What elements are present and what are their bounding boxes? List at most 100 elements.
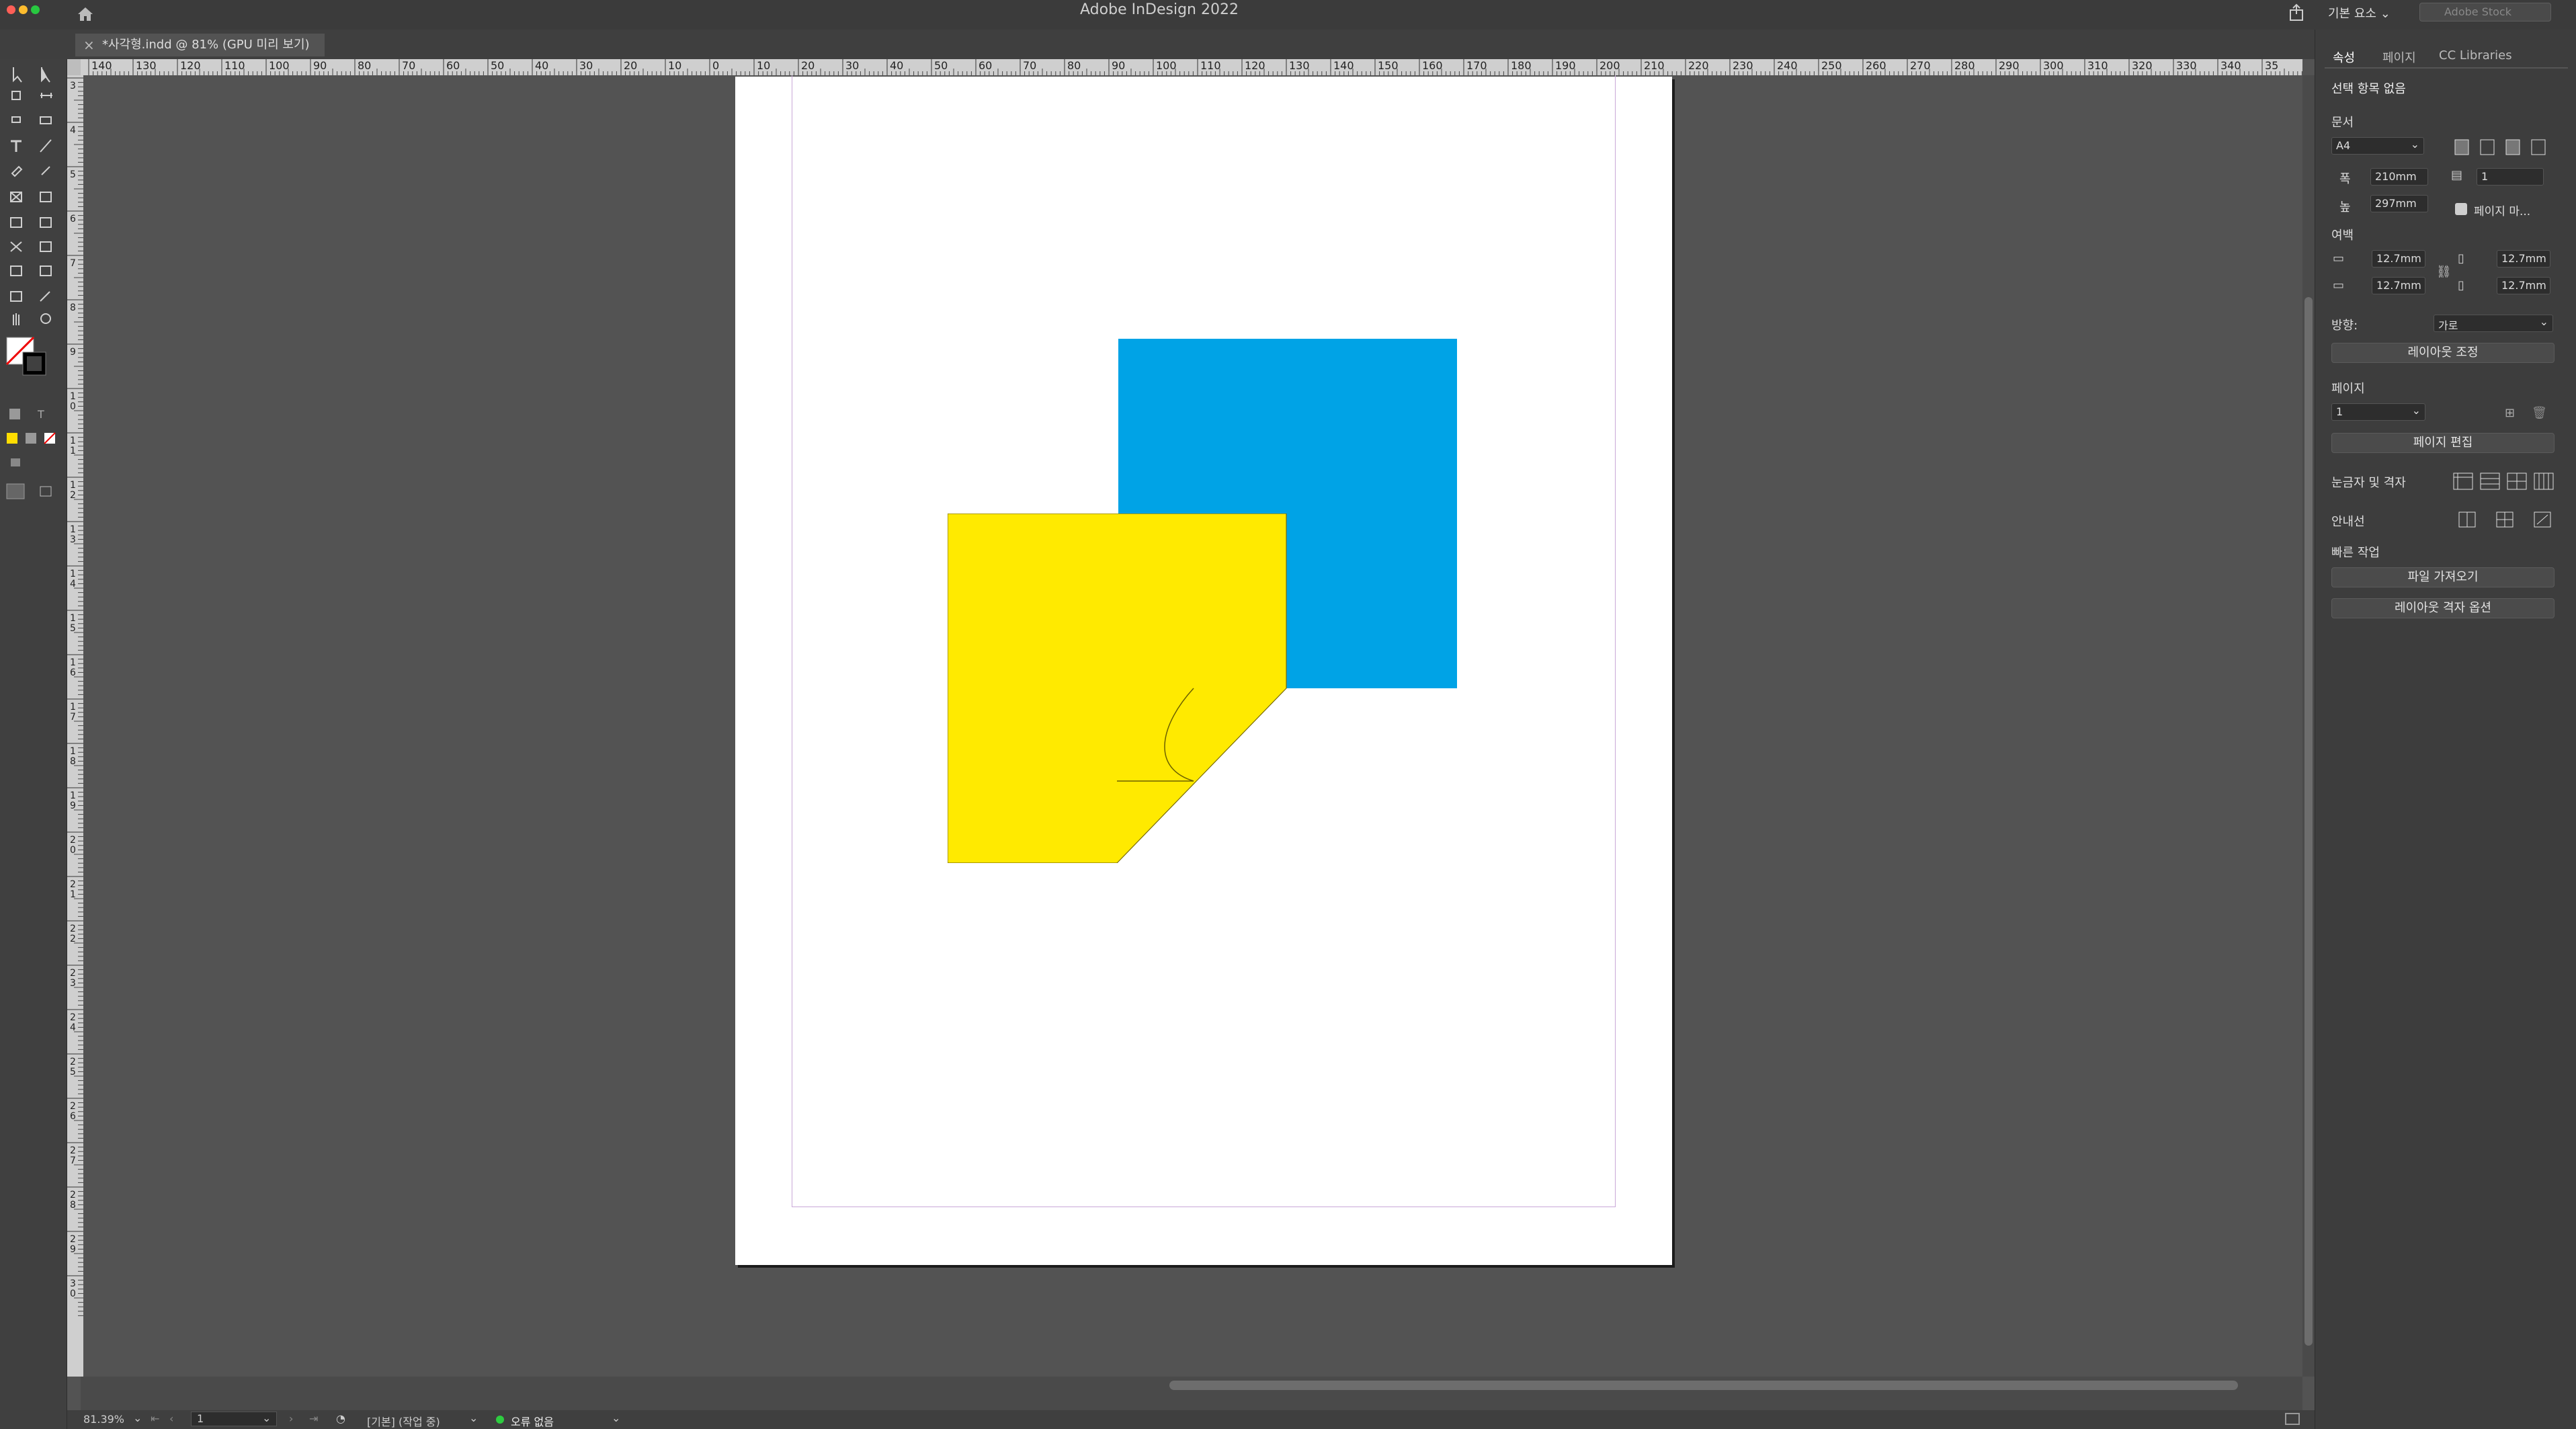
tab-pages[interactable]: 페이지: [2382, 48, 2416, 66]
ruler-label: 6: [70, 1111, 76, 1122]
share-icon[interactable]: [2286, 3, 2307, 23]
ruler-label: 1: [70, 613, 76, 624]
ruler-grid-icons[interactable]: [2452, 471, 2560, 491]
layout-grid-options-button[interactable]: 레이아웃 격자 옵션: [2331, 598, 2554, 618]
ruler-label: 3: [70, 534, 76, 545]
first-page-icon[interactable]: ⇤: [151, 1412, 159, 1425]
ruler-label: 140: [1333, 59, 1354, 72]
document-icons[interactable]: [2454, 138, 2561, 156]
horizontal-scrollbar[interactable]: [81, 1377, 2302, 1410]
margin-left-icon: ▯: [2458, 278, 2464, 292]
ruler-label: 1: [70, 657, 76, 668]
ruler-label: 290: [1999, 59, 2020, 72]
yellow-folded-shape[interactable]: [948, 514, 1297, 863]
ruler-label: 10: [668, 59, 681, 72]
ruler-label: 9: [70, 1244, 76, 1255]
ruler-label: 210: [1644, 59, 1665, 72]
document-section-label: 문서: [2331, 116, 2354, 130]
margin-bottom-field[interactable]: 12.7mm: [2372, 277, 2425, 294]
ruler-label: 5: [70, 623, 76, 634]
ruler-label: 280: [1954, 59, 1975, 72]
page-select[interactable]: 1 ⌄: [2331, 403, 2425, 421]
quick-actions-label: 빠른 작업: [2331, 546, 2380, 560]
preflight-icon[interactable]: ◔: [336, 1412, 345, 1425]
ruler-label: 3: [70, 978, 76, 989]
ruler-label: 330: [2176, 59, 2197, 72]
workspace-switcher[interactable]: 기본 요소 ⌄: [2328, 4, 2391, 22]
stock-search-input[interactable]: Adobe Stock: [2419, 3, 2551, 22]
ruler-label: 2: [70, 1101, 76, 1112]
ruler-label: 40: [535, 59, 548, 72]
ruler-label: 200: [1599, 59, 1620, 72]
facing-pages-checkbox[interactable]: [2455, 203, 2467, 215]
ruler-label: 140: [91, 59, 112, 72]
ruler-label: 180: [1511, 59, 1532, 72]
height-field[interactable]: 297mm: [2370, 195, 2428, 212]
ruler-label: 5: [70, 169, 76, 180]
ruler-label: 6: [70, 667, 76, 678]
vertical-scrollbar[interactable]: [2302, 75, 2315, 1377]
adjust-layout-button[interactable]: 레이아웃 조정: [2331, 343, 2554, 363]
ruler-label: 0: [712, 59, 719, 72]
ruler-label: 8: [70, 302, 76, 313]
previous-page-icon[interactable]: ‹: [169, 1412, 173, 1425]
width-field[interactable]: 210mm: [2370, 168, 2428, 186]
ruler-label: 2: [70, 879, 76, 890]
chevron-down-icon[interactable]: ⌄: [612, 1412, 620, 1424]
split-window-icon[interactable]: [2285, 1413, 2300, 1425]
preflight-errors[interactable]: 오류 없음: [511, 1413, 554, 1429]
ruler-label: 130: [1289, 59, 1310, 72]
ruler-label: 1: [70, 746, 76, 757]
ruler-label: 50: [934, 59, 948, 72]
ruler-origin[interactable]: [67, 59, 81, 75]
delete-page-icon[interactable]: 🗑: [2532, 406, 2549, 423]
ruler-label: 310: [2087, 59, 2108, 72]
chevron-down-icon[interactable]: ⌄: [133, 1412, 142, 1424]
ruler-label: 2: [70, 1234, 76, 1245]
link-icon[interactable]: ⛓: [2436, 265, 2454, 282]
pages-count-field[interactable]: 1: [2477, 168, 2544, 186]
page-size-select[interactable]: A4 ⌄: [2331, 137, 2424, 155]
page-select-value: 1: [2336, 405, 2343, 418]
ruler-label: 170: [1466, 59, 1487, 72]
facing-pages-label: 페이지 마...: [2474, 205, 2531, 218]
chevron-down-icon[interactable]: ⌄: [262, 1412, 271, 1424]
orientation-select[interactable]: 가로 ⌄: [2434, 315, 2553, 332]
ruler-label: 30: [845, 59, 859, 72]
preflight-profile[interactable]: [기본] (작업 중): [367, 1413, 440, 1429]
margin-right-field[interactable]: 12.7mm: [2497, 250, 2550, 268]
ruler-label: 1: [70, 569, 76, 579]
guide-icons[interactable]: [2458, 509, 2559, 530]
chevron-down-icon[interactable]: ⌄: [469, 1412, 478, 1424]
margins-section-label: 여백: [2331, 229, 2354, 243]
pasteboard[interactable]: [83, 75, 2302, 1377]
margin-top-field[interactable]: 12.7mm: [2372, 250, 2425, 268]
ruler-label: 1: [70, 889, 76, 900]
ruler-label: 230: [1733, 59, 1753, 72]
ruler-label: 260: [1866, 59, 1886, 72]
zoom-level[interactable]: 81.39%: [83, 1413, 124, 1426]
next-page-icon[interactable]: ›: [289, 1412, 293, 1425]
title-bar: Adobe InDesign 2022 기본 요소 ⌄ Adobe Stock: [0, 0, 2576, 30]
edit-page-button[interactable]: 페이지 편집: [2331, 433, 2554, 453]
page-section-label: 페이지: [2331, 382, 2365, 396]
vertical-scroll-thumb[interactable]: [2304, 297, 2313, 1346]
ruler-label: 2: [70, 1190, 76, 1200]
vertical-ruler[interactable]: 3456789101112131415161718192021222324252…: [67, 75, 83, 1377]
chevron-down-icon: ⌄: [2411, 404, 2421, 417]
tab-cc-libraries[interactable]: CC Libraries: [2439, 48, 2512, 63]
horizontal-scroll-thumb[interactable]: [1169, 1381, 2238, 1390]
ruler-label: 6: [70, 214, 76, 224]
new-page-icon[interactable]: ⊞: [2505, 406, 2522, 423]
chevron-down-icon: ⌄: [2539, 315, 2548, 328]
margin-left-field[interactable]: 12.7mm: [2497, 277, 2550, 294]
import-file-button[interactable]: 파일 가져오기: [2331, 567, 2554, 587]
last-page-icon[interactable]: ⇥: [309, 1412, 318, 1425]
document-page[interactable]: [735, 75, 1672, 1265]
ruler-label: 4: [70, 579, 76, 589]
width-label: 폭: [2339, 172, 2351, 186]
horizontal-ruler[interactable]: 140 130 120 110 100 90 80 70 60 50 40 30 20 10 0 10 20 30…: [81, 59, 2302, 75]
tab-properties[interactable]: 속성: [2333, 48, 2355, 66]
close-icon[interactable]: ×: [83, 34, 95, 56]
document-tab[interactable]: × *사각형.indd @ 81% (GPU 미리 보기): [75, 34, 325, 56]
